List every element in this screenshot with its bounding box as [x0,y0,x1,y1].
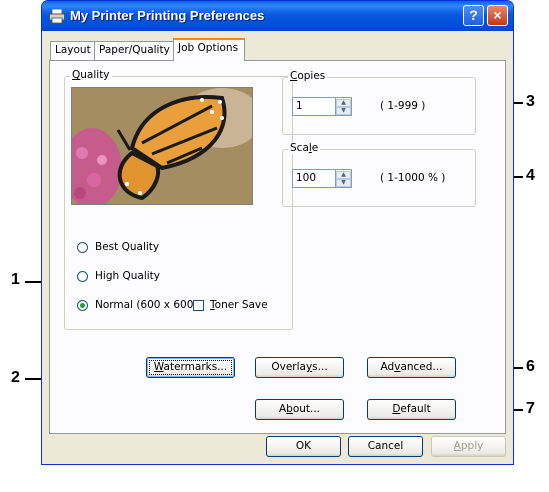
toner-save-checkbox[interactable] [193,300,204,311]
high-quality-label: High Quality [95,270,160,282]
copies-down-arrow-icon[interactable]: ▼ [336,107,351,115]
help-button[interactable]: ? [463,5,484,26]
tab-job-options[interactable]: Job Options [173,38,245,61]
printing-preferences-window: My Printer Printing Preferences ? × Layo… [41,0,514,465]
normal-quality-radio[interactable] [77,300,88,311]
advanced-button[interactable]: Advanced... [367,357,456,378]
cancel-button[interactable]: Cancel [348,436,423,457]
normal-quality-label: Normal (600 x 600) [95,299,198,311]
callout-1: 1 [11,271,20,288]
high-quality-radio[interactable] [77,271,88,282]
callout-6: 6 [526,358,535,375]
scale-input[interactable]: 100 [292,169,336,188]
copies-range: ( 1-999 ) [380,100,426,112]
callout-7: 7 [526,400,535,417]
scale-down-arrow-icon[interactable]: ▼ [336,179,351,187]
window-title: My Printer Printing Preferences [70,8,265,23]
quality-preview-image [71,87,253,205]
tab-paper-quality[interactable]: Paper/Quality [94,41,174,60]
scale-group-label: Scale [288,142,321,154]
ok-button[interactable]: OK [266,436,341,457]
tab-layout[interactable]: Layout [50,41,95,60]
callout-2: 2 [11,369,20,386]
scale-spinner[interactable]: ▲ ▼ [336,169,352,188]
copies-up-arrow-icon[interactable]: ▲ [336,99,351,107]
scale-range: ( 1-1000 % ) [380,172,446,184]
default-button[interactable]: Default [367,399,456,420]
title-bar[interactable]: My Printer Printing Preferences ? × [42,1,513,31]
callout-3: 3 [526,93,535,110]
close-button[interactable]: × [487,5,508,26]
butterfly-image [72,88,252,204]
copies-spinner[interactable]: ▲ ▼ [336,97,352,116]
quality-group-label: Quality [70,69,112,81]
printer-icon [49,9,65,23]
copies-group-label: Copies [288,70,328,82]
radio-selected-dot [80,303,85,308]
apply-button[interactable]: Apply [431,436,506,457]
overlays-button[interactable]: Overlays... [255,357,344,378]
best-quality-radio[interactable] [77,242,88,253]
toner-save-label: Toner Save [210,299,268,311]
best-quality-label: Best Quality [95,241,160,253]
watermarks-button[interactable]: Watermarks... [146,357,235,378]
scale-up-arrow-icon[interactable]: ▲ [336,171,351,179]
about-button[interactable]: About... [255,399,344,420]
callout-4: 4 [526,167,535,184]
copies-input[interactable]: 1 [292,97,336,116]
